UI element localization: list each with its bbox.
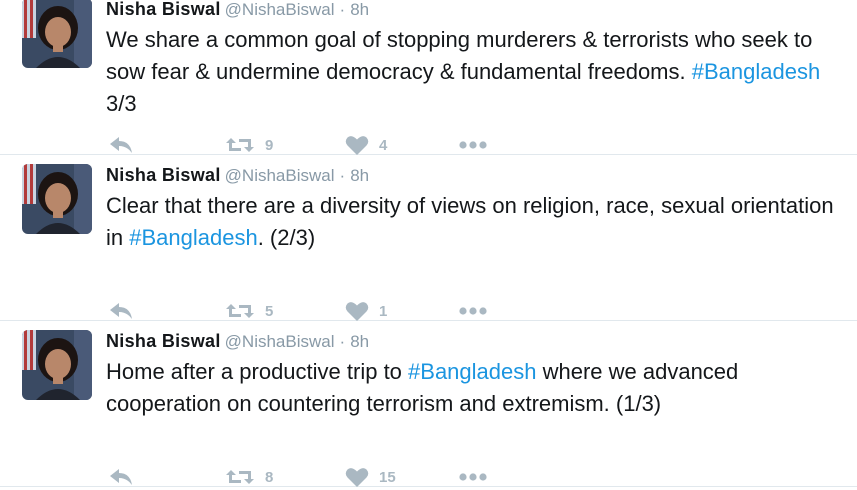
hashtag-link[interactable]: #Bangladesh: [692, 59, 820, 84]
like-count: 15: [379, 468, 396, 486]
tweet[interactable]: Nisha Biswal @NishaBiswal · 8h Home after a…: [0, 321, 857, 487]
more-icon: [458, 306, 488, 316]
timeline: Nisha Biswal @NishaBiswal · 8h We share a c…: [0, 0, 857, 487]
more-icon: [458, 140, 488, 150]
tweet[interactable]: Nisha Biswal @NishaBiswal · 8h Clear that t…: [0, 155, 857, 321]
heart-icon: [345, 135, 369, 156]
retweet-icon: [225, 135, 255, 155]
like-count: 4: [379, 136, 388, 154]
tweet-actions: 8 15: [106, 464, 506, 490]
timestamp[interactable]: 8h: [350, 166, 369, 185]
more-icon: [458, 472, 488, 482]
reply-icon: [108, 301, 134, 321]
author-name[interactable]: Nisha Biswal: [106, 0, 221, 19]
separator: ·: [339, 0, 346, 19]
timestamp[interactable]: 8h: [350, 0, 369, 19]
author-handle[interactable]: @NishaBiswal: [225, 332, 335, 351]
tweet-text-segment: . (2/3): [257, 225, 316, 250]
avatar[interactable]: [22, 164, 92, 234]
retweet-icon: [225, 301, 255, 321]
tweet-header: Nisha Biswal @NishaBiswal · 8h: [106, 330, 369, 353]
more-button[interactable]: [458, 464, 488, 490]
reply-icon: [108, 467, 134, 487]
author-name[interactable]: Nisha Biswal: [106, 165, 221, 185]
avatar[interactable]: [22, 330, 92, 400]
tweet-text-segment: Home after a productive trip to: [106, 359, 409, 384]
tweet-text: We share a common goal of stopping murde…: [106, 24, 846, 120]
avatar[interactable]: [22, 0, 92, 68]
separator: ·: [339, 332, 346, 351]
retweet-count: 8: [265, 468, 274, 486]
timestamp[interactable]: 8h: [350, 332, 369, 351]
tweet-header: Nisha Biswal @NishaBiswal · 8h: [106, 0, 369, 21]
tweet-text: Home after a productive trip to #Banglad…: [106, 356, 846, 420]
retweet-count: 9: [265, 136, 274, 154]
retweet-button[interactable]: 8: [225, 464, 273, 490]
tweet-text: Clear that there are a diversity of view…: [106, 190, 846, 254]
hashtag-link[interactable]: #Bangladesh: [408, 359, 536, 384]
tweet-text-segment: 3/3: [106, 91, 137, 116]
heart-icon: [345, 301, 369, 322]
hashtag-link[interactable]: #Bangladesh: [129, 225, 257, 250]
like-count: 1: [379, 302, 388, 320]
author-name[interactable]: Nisha Biswal: [106, 331, 221, 351]
reply-icon: [108, 135, 134, 155]
tweet[interactable]: Nisha Biswal @NishaBiswal · 8h We share a c…: [0, 0, 857, 155]
retweet-icon: [225, 467, 255, 487]
like-button[interactable]: 15: [345, 464, 396, 490]
author-handle[interactable]: @NishaBiswal: [225, 0, 335, 19]
heart-icon: [345, 467, 369, 488]
retweet-count: 5: [265, 302, 274, 320]
author-handle[interactable]: @NishaBiswal: [225, 166, 335, 185]
separator: ·: [339, 166, 346, 185]
tweet-header: Nisha Biswal @NishaBiswal · 8h: [106, 164, 369, 187]
reply-button[interactable]: [108, 464, 134, 490]
